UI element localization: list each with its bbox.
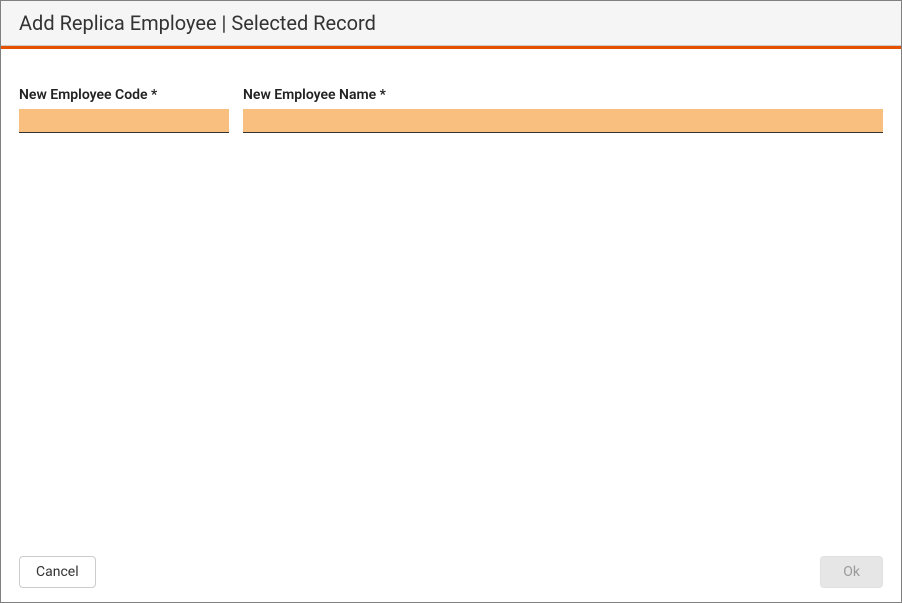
dialog-body: New Employee Code * New Employee Name * (1, 49, 901, 546)
field-group-employee-name: New Employee Name * (243, 87, 883, 133)
employee-name-input[interactable] (243, 109, 883, 133)
cancel-button[interactable]: Cancel (19, 556, 96, 588)
employee-code-label: New Employee Code * (19, 87, 229, 103)
dialog-title: Add Replica Employee | Selected Record (19, 11, 883, 35)
field-group-employee-code: New Employee Code * (19, 87, 229, 133)
employee-name-label: New Employee Name * (243, 87, 883, 103)
dialog-footer: Cancel Ok (1, 546, 901, 602)
employee-code-input[interactable] (19, 109, 229, 133)
dialog-header: Add Replica Employee | Selected Record (1, 1, 901, 46)
ok-button: Ok (820, 556, 883, 588)
dialog: Add Replica Employee | Selected Record N… (0, 0, 902, 603)
